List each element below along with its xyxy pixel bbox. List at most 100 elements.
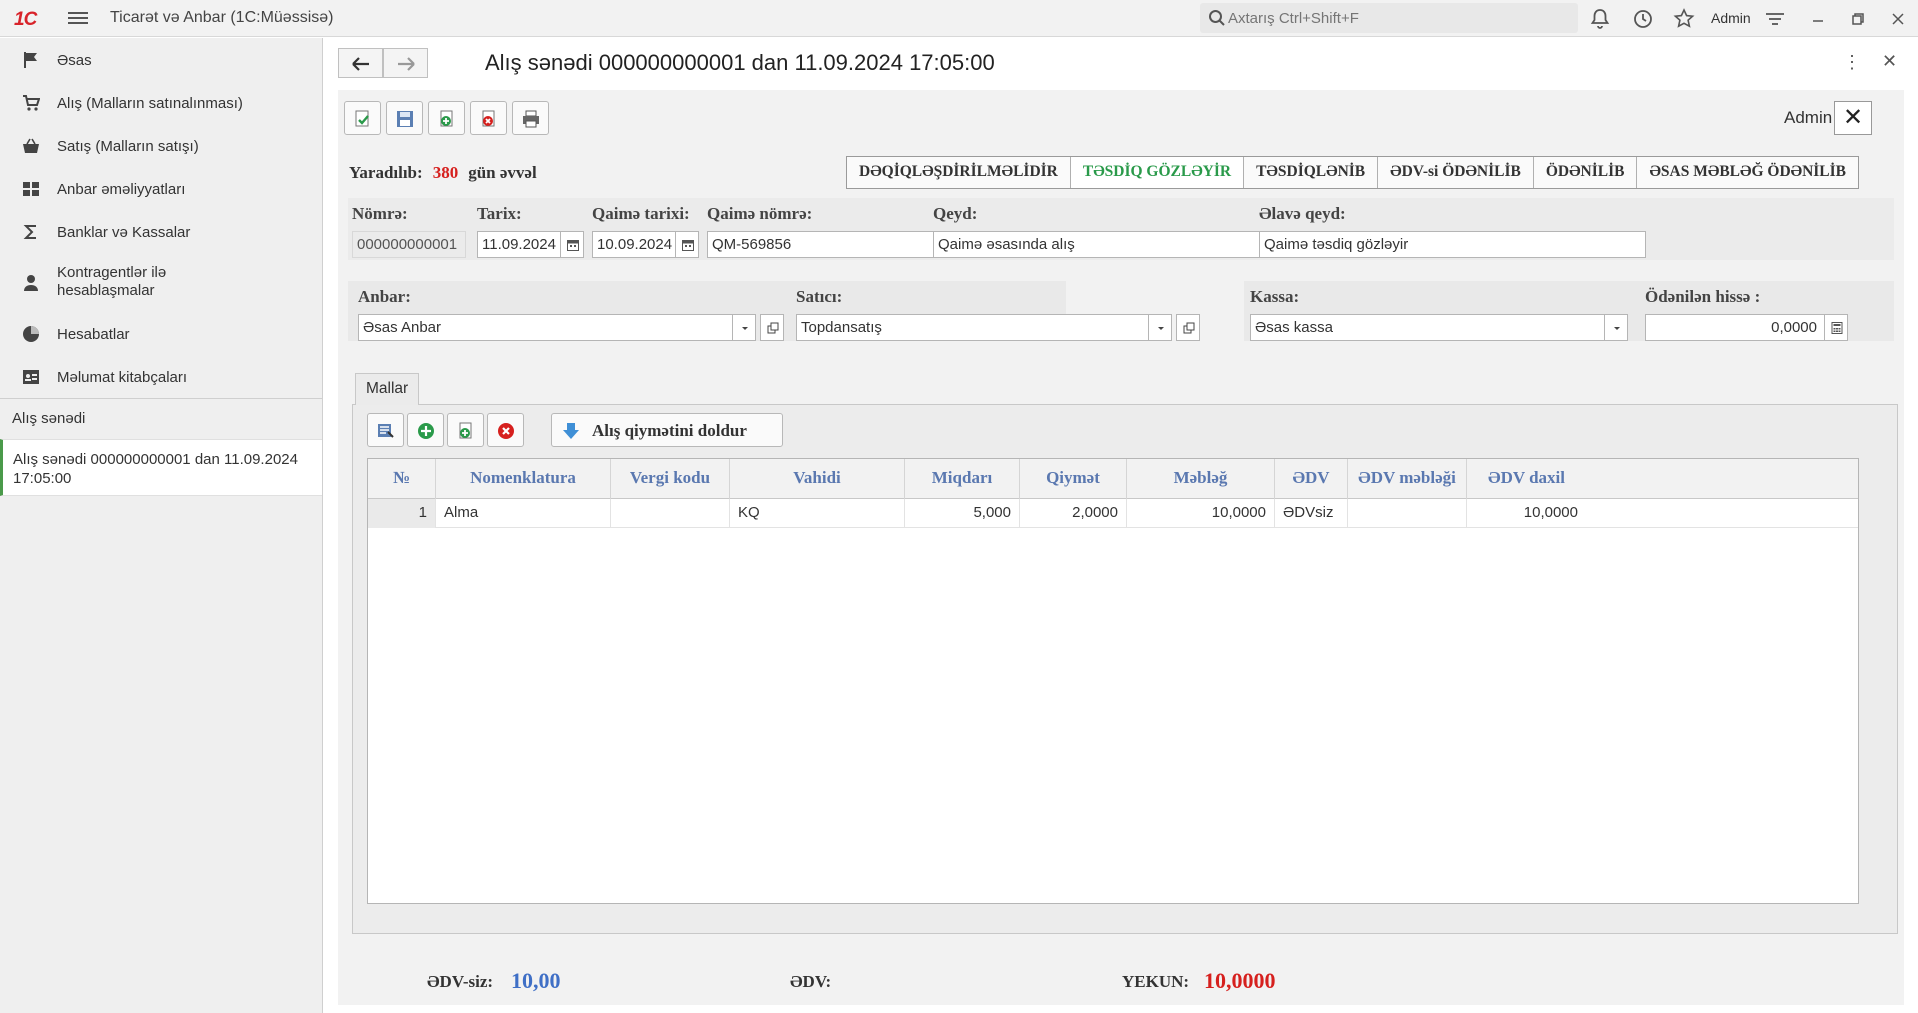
column-header-vat-included[interactable]: ƏDV daxil bbox=[1467, 459, 1586, 499]
minimize-icon[interactable] bbox=[1806, 7, 1830, 31]
window-close-icon[interactable] bbox=[1886, 7, 1910, 31]
flag-icon bbox=[24, 52, 37, 68]
plus-circle-icon bbox=[418, 423, 434, 439]
pick-items-button[interactable] bbox=[367, 413, 404, 447]
status-tab-clarify[interactable]: DƏQİQLƏŞDİRİLMƏLİDİR bbox=[847, 157, 1071, 188]
column-header-amount[interactable]: Məbləğ bbox=[1127, 459, 1275, 499]
column-header-unit[interactable]: Vahidi bbox=[730, 459, 905, 499]
created-suffix: gün əvvəl bbox=[468, 163, 537, 182]
sidebar-item-reports[interactable]: Hesabatlar bbox=[0, 314, 323, 354]
paid-part-field[interactable]: 0,0000 bbox=[1645, 314, 1848, 341]
column-header-vat-amount[interactable]: ƏDV məbləği bbox=[1348, 459, 1467, 499]
fill-purchase-price-label: Alış qiymətini doldur bbox=[592, 421, 747, 440]
delete-row-button[interactable] bbox=[487, 413, 524, 447]
warehouse-dropdown-button[interactable] bbox=[732, 314, 756, 341]
warehouse-field[interactable]: Əsas Anbar bbox=[358, 314, 733, 341]
save-button[interactable] bbox=[386, 101, 423, 135]
cell-vat[interactable]: ƏDVsiz bbox=[1275, 499, 1348, 528]
cashbox-dropdown-button[interactable] bbox=[1604, 314, 1628, 341]
seller-open-button[interactable] bbox=[1176, 314, 1200, 341]
search-box[interactable] bbox=[1200, 3, 1578, 33]
sidebar-item-label: Kontragentlər ilə hesablaşmalar bbox=[57, 264, 167, 299]
bell-icon[interactable] bbox=[1588, 7, 1612, 31]
status-tab-paid[interactable]: ÖDƏNİLİB bbox=[1533, 157, 1638, 188]
status-tab-approved[interactable]: TƏSDİQLƏNİB bbox=[1244, 157, 1379, 188]
sidebar-item-purchase[interactable]: Alış (Malların satınalınması) bbox=[0, 83, 323, 123]
goods-table: № Nomenklatura Vergi kodu Vahidi Miqdarı… bbox=[367, 458, 1859, 904]
number-label: Nömrə: bbox=[352, 204, 408, 223]
cell-tax-code[interactable] bbox=[611, 499, 730, 528]
status-tab-awaiting-approval[interactable]: TƏSDİQ GÖZLƏYİR bbox=[1070, 157, 1245, 188]
tab-goods[interactable]: Mallar bbox=[355, 373, 420, 405]
column-header-price[interactable]: Qiymət bbox=[1020, 459, 1127, 499]
settings-menu-icon[interactable] bbox=[1763, 7, 1787, 31]
post-button[interactable] bbox=[428, 101, 465, 135]
cell-quantity[interactable]: 5,000 bbox=[905, 499, 1020, 528]
calculator-button[interactable] bbox=[1824, 314, 1848, 341]
copy-row-button[interactable] bbox=[447, 413, 484, 447]
sidebar-divider bbox=[0, 398, 323, 399]
post-and-close-button[interactable] bbox=[344, 101, 381, 135]
invoice-date-field[interactable]: 10.09.2024 bbox=[592, 231, 676, 258]
invoice-number-field[interactable]: QM-569856 bbox=[707, 231, 969, 258]
sidebar-item-warehouse[interactable]: Anbar əməliyyatları bbox=[0, 169, 323, 209]
column-header-tax-code[interactable]: Vergi kodu bbox=[611, 459, 730, 499]
close-form-button[interactable]: ✕ bbox=[1834, 101, 1872, 135]
sidebar-item-catalogs[interactable]: Məlumat kitabçaları bbox=[0, 357, 323, 397]
more-options-icon[interactable]: ⋮ bbox=[1843, 52, 1861, 73]
cell-amount[interactable]: 10,0000 bbox=[1127, 499, 1275, 528]
sidebar-item-esas[interactable]: Əsas bbox=[0, 40, 323, 80]
column-header-number[interactable]: № bbox=[368, 459, 436, 499]
seller-field[interactable]: Topdansatış bbox=[796, 314, 1171, 341]
close-document-icon[interactable]: ✕ bbox=[1882, 51, 1897, 72]
printer-icon bbox=[523, 110, 539, 128]
app-title: Ticarət və Anbar (1C:Müəssisə) bbox=[110, 9, 334, 26]
column-header-nomenclature[interactable]: Nomenklatura bbox=[436, 459, 611, 499]
current-user[interactable]: Admin bbox=[1711, 10, 1751, 26]
cell-unit[interactable]: KQ bbox=[730, 499, 905, 528]
star-icon[interactable] bbox=[1672, 7, 1696, 31]
status-tab-vat-paid[interactable]: ƏDV-si ÖDƏNİLİB bbox=[1378, 157, 1534, 188]
sidebar-item-label: Əsas bbox=[57, 52, 92, 69]
menu-icon[interactable] bbox=[68, 9, 88, 27]
cell-vat-included[interactable]: 10,0000 bbox=[1467, 499, 1586, 528]
totals-bar: ƏDV-siz: 10,00 ƏDV: YEKUN: 10,0000 bbox=[338, 960, 1904, 1000]
forward-button[interactable] bbox=[383, 48, 428, 78]
warehouse-open-button[interactable] bbox=[760, 314, 784, 341]
extra-note-field[interactable]: Qaimə təsdiq gözləyir bbox=[1259, 231, 1646, 258]
cashbox-field[interactable]: Əsas kassa bbox=[1250, 314, 1605, 341]
cell-vat-amount[interactable] bbox=[1348, 499, 1467, 528]
fill-purchase-price-button[interactable]: Alış qiymətini doldur bbox=[551, 413, 783, 447]
sidebar-open-document[interactable]: Alış sənədi 000000000001 dan 11.09.2024 … bbox=[0, 439, 322, 496]
table-row[interactable]: 1 Alma KQ 5,000 2,0000 10,0000 ƏDVsiz 10… bbox=[368, 499, 1858, 528]
document-form: Admin ✕ Yaradılıb: 380 gün əvvəl DƏQİQLƏŞD… bbox=[338, 90, 1904, 1005]
created-days: 380 bbox=[432, 163, 459, 182]
cell-nomenclature[interactable]: Alma bbox=[436, 499, 611, 528]
search-input[interactable] bbox=[1228, 8, 1568, 28]
table-header: № Nomenklatura Vergi kodu Vahidi Miqdarı… bbox=[368, 459, 1858, 499]
column-header-vat[interactable]: ƏDV bbox=[1275, 459, 1348, 499]
save-icon bbox=[397, 111, 413, 127]
open-external-icon bbox=[1183, 322, 1195, 334]
cell-price[interactable]: 2,0000 bbox=[1020, 499, 1127, 528]
history-icon[interactable] bbox=[1631, 7, 1655, 31]
arrow-right-icon bbox=[398, 57, 415, 71]
back-button[interactable] bbox=[338, 48, 383, 78]
unpost-button[interactable] bbox=[470, 101, 507, 135]
status-tab-principal-paid[interactable]: ƏSAS MƏBLƏĞ ÖDƏNİLİB bbox=[1637, 157, 1859, 188]
main-panel: Alış sənədi 000000000001 dan 11.09.2024 … bbox=[324, 38, 1918, 1013]
sidebar-item-sales[interactable]: Satış (Malların satışı) bbox=[0, 126, 323, 166]
sidebar-item-counterparties[interactable]: Kontragentlər ilə hesablaşmalar bbox=[0, 255, 323, 311]
print-button[interactable] bbox=[512, 101, 549, 135]
add-row-button[interactable] bbox=[407, 413, 444, 447]
address-book-icon bbox=[23, 370, 39, 384]
date-calendar-button[interactable] bbox=[560, 231, 584, 258]
column-header-quantity[interactable]: Miqdarı bbox=[905, 459, 1020, 499]
restore-icon[interactable] bbox=[1846, 7, 1870, 31]
sidebar-item-banks[interactable]: Banklar və Kassalar bbox=[0, 212, 323, 252]
date-field[interactable]: 11.09.2024 bbox=[477, 231, 561, 258]
warehouse-seller-group: Anbar: Əsas Anbar Satıcı: Topdansatış bbox=[348, 281, 1171, 341]
goods-tab-panel: Alış qiymətini doldur № Nomenklatura Ver… bbox=[352, 404, 1898, 934]
invoice-date-calendar-button[interactable] bbox=[675, 231, 699, 258]
seller-dropdown-button[interactable] bbox=[1148, 314, 1172, 341]
